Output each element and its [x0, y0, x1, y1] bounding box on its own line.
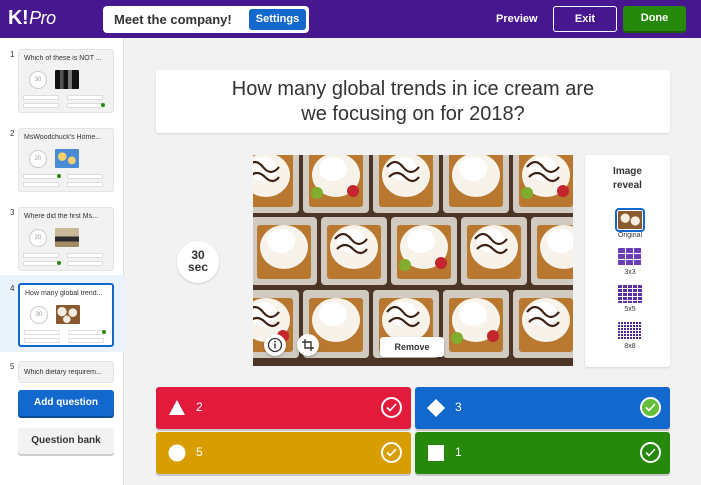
reveal-thumbnail: [618, 248, 642, 266]
correct-toggle[interactable]: [640, 442, 661, 463]
done-button[interactable]: Done: [623, 6, 686, 31]
slide-title: Which of these is NOT ...: [24, 55, 102, 62]
slide-thumbnail-image: [56, 305, 80, 324]
reveal-option-original[interactable]: Original: [605, 208, 645, 239]
correct-answer-dot: [57, 261, 61, 265]
add-question-button[interactable]: Add question: [18, 390, 114, 416]
slide-answer-placeholder: [67, 95, 103, 100]
exit-button[interactable]: Exit: [553, 6, 617, 32]
slide-answer-placeholder: [24, 330, 60, 335]
slide-answer-placeholder: [24, 338, 60, 343]
slide-answer-placeholder: [67, 103, 103, 108]
time-limit-button[interactable]: 30 sec: [177, 241, 219, 283]
question-line-2: we focusing on for 2018?: [301, 103, 525, 125]
answer-text: 5: [196, 445, 203, 459]
slide-timer: 20: [29, 229, 47, 247]
correct-toggle[interactable]: [640, 397, 661, 418]
correct-toggle[interactable]: [381, 397, 402, 418]
quiz-title-text: Meet the company!: [114, 12, 232, 27]
remove-image-button[interactable]: Remove: [380, 337, 444, 357]
answer-3[interactable]: 5: [156, 432, 411, 474]
question-title-field[interactable]: How many global trends in ice cream are …: [156, 70, 670, 133]
slide-card[interactable]: How many global trend... 30: [18, 283, 114, 347]
slide-answer-placeholder: [67, 253, 103, 258]
slide-timer: 30: [30, 306, 48, 324]
reveal-option-label: 3x3: [624, 269, 636, 276]
diamond-icon: [427, 399, 445, 417]
slide-thumbnail-image: [55, 70, 79, 89]
reveal-thumbnail: [615, 208, 645, 232]
answer-1[interactable]: 2: [156, 387, 411, 429]
circle-icon: [168, 444, 186, 462]
sidebar: 1 Which of these is NOT ... 30 2 MsWoodc…: [0, 38, 124, 485]
slide-timer: 20: [29, 150, 47, 168]
crop-icon[interactable]: [297, 334, 319, 356]
image-reveal-panel: Image reveal Original 3x3 5x5 8x8: [585, 155, 670, 367]
slide-answer-placeholder: [23, 182, 59, 187]
sidebar-slide-3[interactable]: 3 Where did the first Ms... 20: [0, 199, 124, 276]
square-icon: [428, 445, 444, 461]
slide-title: Which dietary requirem...: [24, 369, 102, 376]
sidebar-slide-5[interactable]: Which dietary requirem...: [18, 361, 114, 383]
info-icon[interactable]: [264, 334, 286, 356]
slide-answer-placeholder: [23, 261, 59, 266]
slide-card[interactable]: Which of these is NOT ... 30: [18, 49, 114, 113]
kahoot-logo: K!Pro: [8, 7, 56, 29]
slide-answer-placeholder: [23, 103, 59, 108]
answer-4[interactable]: 1: [415, 432, 670, 474]
slide-timer: 30: [29, 71, 47, 89]
slide-number: 1: [10, 50, 15, 59]
answer-text: 3: [455, 400, 462, 414]
slide-thumbnail-image: [55, 149, 79, 168]
settings-button[interactable]: Settings: [249, 9, 306, 30]
reveal-thumbnail: [618, 322, 642, 340]
correct-answer-dot: [57, 174, 61, 178]
correct-answer-dot: [101, 103, 105, 107]
answer-text: 1: [455, 445, 462, 459]
answer-2[interactable]: 3: [415, 387, 670, 429]
slide-answer-placeholder: [23, 174, 59, 179]
slide-answer-placeholder: [67, 261, 103, 266]
slide-card[interactable]: Where did the first Ms... 20: [18, 207, 114, 271]
quiz-title-field[interactable]: Meet the company! Settings: [103, 6, 309, 33]
slide-number: 3: [10, 208, 15, 217]
reveal-option-5x5[interactable]: 5x5: [605, 285, 642, 313]
slide-answer-placeholder: [67, 174, 103, 179]
logo-suffix: Pro: [29, 8, 56, 28]
reveal-thumbnail: [618, 285, 642, 303]
correct-toggle[interactable]: [381, 442, 402, 463]
triangle-icon: [169, 400, 185, 415]
reveal-option-label: Original: [617, 232, 643, 239]
timer-unit: sec: [187, 260, 209, 274]
slide-title: MsWoodchuck's Home...: [24, 134, 102, 141]
slide-number: 4: [10, 284, 15, 293]
sidebar-slide-4[interactable]: 4 How many global trend... 30: [0, 275, 124, 352]
slide-title: How many global trend...: [25, 290, 103, 297]
slide-card[interactable]: MsWoodchuck's Home... 20: [18, 128, 114, 192]
slide-answer-placeholder: [68, 330, 104, 335]
slide-thumbnail-image: [55, 228, 79, 247]
reveal-option-label: 5x5: [624, 306, 636, 313]
reveal-option-8x8[interactable]: 8x8: [605, 322, 642, 350]
slide-number: 2: [10, 129, 15, 138]
sidebar-slide-1[interactable]: 1 Which of these is NOT ... 30: [0, 41, 124, 118]
correct-answer-dot: [102, 330, 106, 334]
slide-answer-placeholder: [23, 95, 59, 100]
slide-answer-placeholder: [23, 253, 59, 258]
slide-number: 5: [10, 362, 15, 371]
image-reveal-title: Image reveal: [613, 166, 642, 191]
top-bar: K!Pro Meet the company! Settings Preview…: [0, 0, 701, 38]
question-bank-button[interactable]: Question bank: [18, 428, 114, 454]
question-line-1: How many global trends in ice cream are: [231, 78, 595, 100]
reveal-option-3x3[interactable]: 3x3: [605, 248, 642, 276]
slide-answer-placeholder: [67, 182, 103, 187]
answer-text: 2: [196, 400, 203, 414]
slide-answer-placeholder: [68, 338, 104, 343]
slide-title: Where did the first Ms...: [24, 213, 98, 220]
sidebar-slide-2[interactable]: 2 MsWoodchuck's Home... 20: [0, 120, 124, 197]
preview-button[interactable]: Preview: [496, 13, 538, 25]
reveal-option-label: 8x8: [624, 343, 636, 350]
